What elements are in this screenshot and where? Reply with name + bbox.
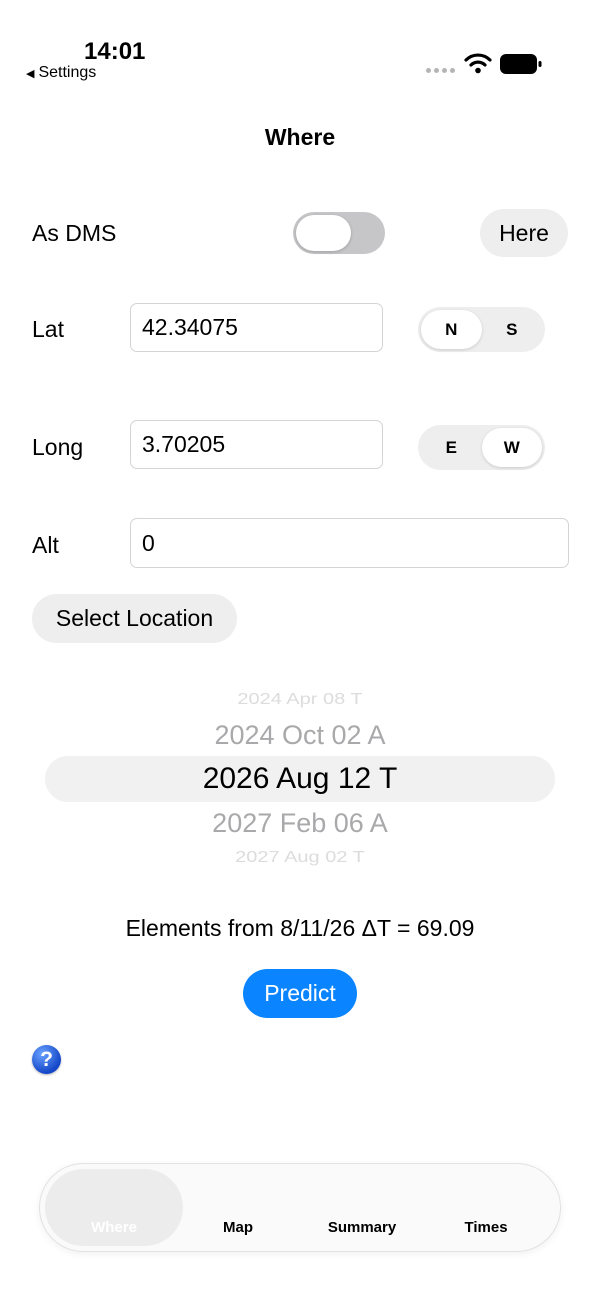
back-label: Settings xyxy=(38,64,97,81)
tab-summary[interactable]: Summary xyxy=(302,1219,422,1236)
wifi-icon xyxy=(464,52,492,79)
long-label: Long xyxy=(32,434,84,460)
segment-north[interactable]: N xyxy=(421,310,482,349)
here-button[interactable]: Here xyxy=(480,209,568,257)
cellular-signal-icon xyxy=(426,68,455,73)
tab-where[interactable]: Where xyxy=(54,1219,174,1236)
picker-item[interactable]: 2027 Aug 02 T xyxy=(0,848,600,866)
select-location-button[interactable]: Select Location xyxy=(32,594,237,643)
elements-info: Elements from 8/11/26 ΔT = 69.09 xyxy=(125,915,475,941)
back-arrow-icon: ◀ xyxy=(26,67,35,80)
page-title: Where xyxy=(264,124,336,150)
picker-item-selected[interactable]: 2026 Aug 12 T xyxy=(0,762,600,796)
long-input[interactable]: 3.70205 xyxy=(130,420,383,469)
dms-toggle[interactable] xyxy=(293,212,385,254)
question-mark-icon[interactable]: ? xyxy=(32,1045,61,1074)
alt-input[interactable]: 0 xyxy=(130,518,569,568)
lat-input[interactable]: 42.34075 xyxy=(130,303,383,352)
tab-times[interactable]: Times xyxy=(426,1219,546,1236)
dms-label: As DMS xyxy=(32,220,117,246)
alt-label: Alt xyxy=(32,532,59,558)
segment-south[interactable]: S xyxy=(482,310,543,349)
picker-item[interactable]: 2024 Apr 08 T xyxy=(0,690,600,708)
back-to-settings[interactable]: ◀ Settings xyxy=(26,64,96,82)
status-time: 14:01 xyxy=(84,38,146,65)
segment-west[interactable]: W xyxy=(481,428,542,467)
toggle-knob xyxy=(296,215,351,251)
picker-item[interactable]: 2024 Oct 02 A xyxy=(0,720,600,751)
predict-button[interactable]: Predict xyxy=(243,969,357,1018)
segment-east[interactable]: E xyxy=(421,428,482,467)
lat-label: Lat xyxy=(32,316,64,342)
battery-icon xyxy=(500,54,542,79)
tab-map[interactable]: Map xyxy=(178,1219,298,1236)
lat-hemisphere-selector[interactable]: N S xyxy=(418,307,545,352)
picker-item[interactable]: 2027 Feb 06 A xyxy=(0,808,600,839)
long-hemisphere-selector[interactable]: E W xyxy=(418,425,545,470)
